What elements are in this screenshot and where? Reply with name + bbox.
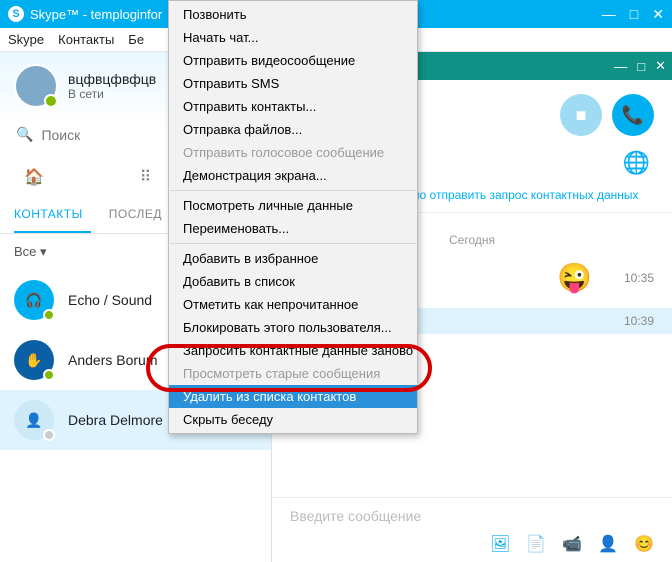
presence-icon: [43, 429, 55, 441]
message-time: 10:35: [610, 271, 654, 285]
context-menu-item[interactable]: Удалить из списка контактов: [169, 385, 417, 408]
chat-close-button[interactable]: ✕: [655, 58, 666, 74]
audio-call-button[interactable]: 📞: [612, 94, 654, 136]
skype-icon: S: [8, 6, 24, 22]
context-menu-item[interactable]: Блокировать этого пользователя...: [169, 316, 417, 339]
composer: Введите сообщение 🖼 📄 📹 👤 😊: [272, 497, 672, 562]
presence-online-icon: [44, 94, 58, 108]
context-menu-item[interactable]: Добавить в список: [169, 270, 417, 293]
context-menu-item[interactable]: Добавить в избранное: [169, 247, 417, 270]
send-contact-icon[interactable]: 👤: [598, 534, 618, 554]
search-placeholder: Поиск: [41, 127, 80, 143]
context-menu-item[interactable]: Запросить контактные данные заново: [169, 339, 417, 362]
send-video-message-icon[interactable]: 📹: [562, 534, 582, 554]
contact-name: Echo / Sound: [68, 292, 152, 308]
composer-toolbar: 🖼 📄 📹 👤 😊: [290, 534, 654, 554]
emoji-sticker: 😜: [557, 261, 592, 294]
window-title: Skype™ - temploginfor: [30, 7, 162, 22]
emoji-picker-icon[interactable]: 😊: [634, 534, 654, 554]
context-menu-item: Отправить голосовое сообщение: [169, 141, 417, 164]
context-menu-item[interactable]: Переименовать...: [169, 217, 417, 240]
contact-avatar: ✋: [14, 340, 54, 380]
contact-avatar: 🎧: [14, 280, 54, 320]
context-menu-item[interactable]: Посмотреть личные данные: [169, 194, 417, 217]
search-icon: 🔍: [16, 126, 33, 143]
chat-maximize-button[interactable]: □: [637, 59, 645, 74]
context-menu-item[interactable]: Отправить контакты...: [169, 95, 417, 118]
chat-minimize-button[interactable]: —: [614, 59, 627, 74]
context-menu-item[interactable]: Позвонить: [169, 3, 417, 26]
menu-skype[interactable]: Skype: [8, 32, 44, 47]
minimize-button[interactable]: —: [602, 6, 616, 23]
presence-icon: [43, 369, 55, 381]
tab-recent[interactable]: ПОСЛЕД: [109, 199, 170, 233]
context-menu-item[interactable]: Начать чат...: [169, 26, 417, 49]
composer-input[interactable]: Введите сообщение: [290, 508, 654, 524]
context-menu-item[interactable]: Демонстрация экрана...: [169, 164, 417, 187]
home-icon[interactable]: 🏠: [24, 167, 44, 187]
maximize-button[interactable]: □: [630, 6, 638, 23]
contact-avatar: 👤: [14, 400, 54, 440]
contact-name: Anders Borum: [68, 352, 157, 368]
close-button[interactable]: ✕: [652, 6, 664, 23]
presence-icon: [43, 309, 55, 321]
window-controls: — □ ✕: [602, 6, 664, 23]
message-time: 10:39: [610, 314, 654, 328]
contact-context-menu: ПозвонитьНачать чат...Отправить видеосоо…: [168, 0, 418, 434]
video-call-button[interactable]: ■: [560, 94, 602, 136]
context-menu-item: Просмотреть старые сообщения: [169, 362, 417, 385]
profile-status: В сети: [68, 87, 156, 101]
send-file-icon[interactable]: 📄: [526, 534, 546, 554]
contact-name: Debra Delmore: [68, 412, 163, 428]
context-menu-item[interactable]: Отправить SMS: [169, 72, 417, 95]
context-menu-item[interactable]: Отметить как непрочитанное: [169, 293, 417, 316]
menu-more[interactable]: Бе: [128, 32, 144, 47]
tab-contacts[interactable]: КОНТАКТЫ: [14, 199, 91, 233]
profile-name: вцфвцфвфцв: [68, 71, 156, 87]
context-menu-item[interactable]: Отправка файлов...: [169, 118, 417, 141]
context-menu-item[interactable]: Отправить видеосообщение: [169, 49, 417, 72]
context-menu-item[interactable]: Скрыть беседу: [169, 408, 417, 431]
profile-avatar: [14, 64, 58, 108]
menu-contacts[interactable]: Контакты: [58, 32, 114, 47]
send-image-icon[interactable]: 🖼: [490, 534, 510, 554]
dialpad-icon[interactable]: ⠿: [140, 167, 152, 187]
